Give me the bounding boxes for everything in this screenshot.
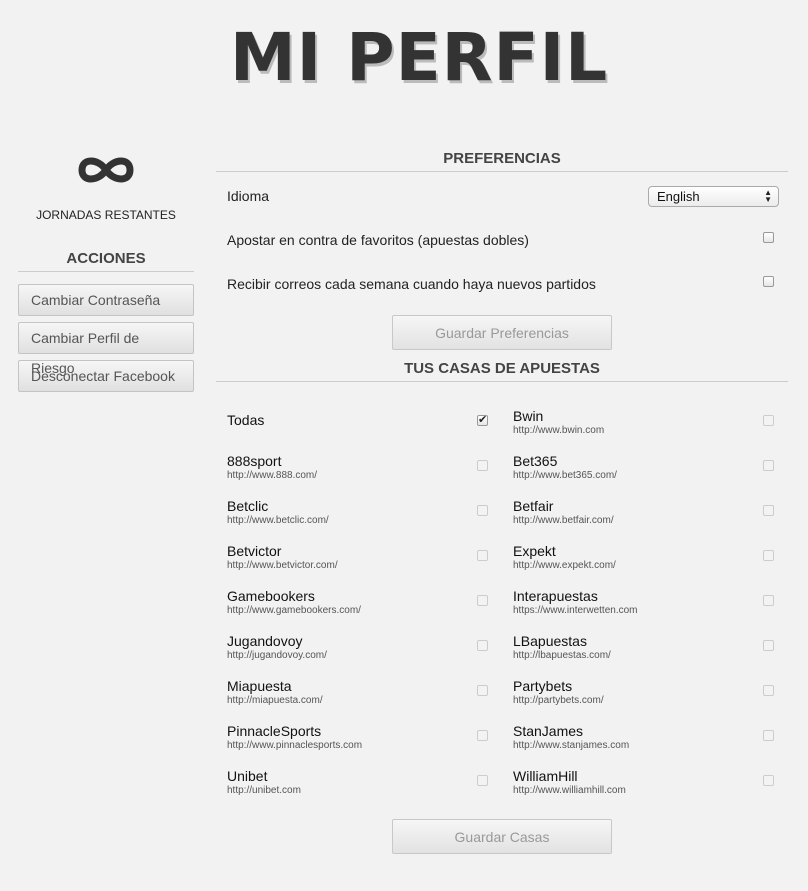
casa-item: PinnacleSports http://www.pinnaclesports.… xyxy=(216,723,502,768)
casa-url: http://www.bwin.com xyxy=(513,425,605,436)
casa-item: Betfair http://www.betfair.com/ xyxy=(502,498,788,543)
casa-checkbox[interactable] xyxy=(763,775,774,786)
casa-item: Miapuesta http://miapuesta.com/ xyxy=(216,678,502,723)
language-row: Idioma English ▲ ▼ xyxy=(216,174,788,218)
casa-item: Bet365 http://www.bet365.com/ xyxy=(502,453,788,498)
casa-url: http://unibet.com xyxy=(227,785,301,796)
casa-url: http://www.betclic.com/ xyxy=(227,515,329,526)
casa-url: http://miapuesta.com/ xyxy=(227,695,323,706)
casas-title: TUS CASAS DE APUESTAS xyxy=(216,360,788,382)
change-password-button[interactable]: Cambiar Contraseña xyxy=(18,284,194,316)
casa-item: Jugandovoy http://jugandovoy.com/ xyxy=(216,633,502,678)
casa-item: Betvictor http://www.betvictor.com/ xyxy=(216,543,502,588)
casa-checkbox[interactable] xyxy=(477,413,488,426)
casa-checkbox[interactable] xyxy=(477,685,488,696)
casa-name: StanJames xyxy=(513,723,584,739)
casa-item: LBapuestas http://lbapuestas.com/ xyxy=(502,633,788,678)
bet-against-checkbox[interactable] xyxy=(763,232,774,243)
bet-against-label: Apostar en contra de favoritos (apuestas… xyxy=(227,232,529,248)
weekly-email-label: Recibir correos cada semana cuando haya … xyxy=(227,276,596,292)
casa-item: Interapuestas https://www.interwetten.com xyxy=(502,588,788,633)
casa-url: http://www.888.com/ xyxy=(227,470,318,481)
casa-name: Betfair xyxy=(513,498,554,514)
weekly-email-checkbox[interactable] xyxy=(763,276,774,287)
casa-url: http://www.betfair.com/ xyxy=(513,515,614,526)
casa-checkbox[interactable] xyxy=(763,730,774,741)
casa-name: Betvictor xyxy=(227,543,282,559)
casa-url: https://www.interwetten.com xyxy=(513,605,638,616)
casa-url: http://www.williamhill.com xyxy=(513,785,626,796)
casa-name: WilliamHill xyxy=(513,768,578,784)
casa-checkbox[interactable] xyxy=(477,775,488,786)
casa-item: StanJames http://www.stanjames.com xyxy=(502,723,788,768)
weekly-email-row: Recibir correos cada semana cuando haya … xyxy=(216,262,788,306)
casas-grid: TodasBwinhttp://www.bwin.com888sporthttp… xyxy=(216,382,788,832)
casa-name: Unibet xyxy=(227,768,268,784)
casa-name: Gamebookers xyxy=(227,588,315,604)
casa-name: Expekt xyxy=(513,543,556,559)
casa-item: WilliamHill http://www.williamhill.com xyxy=(502,768,788,813)
casa-name: LBapuestas xyxy=(513,633,587,649)
casa-checkbox[interactable] xyxy=(477,595,488,606)
casa-name: Todas xyxy=(227,412,265,428)
jornadas-restantes-label: JORNADAS RESTANTES xyxy=(36,208,176,222)
disconnect-facebook-button[interactable]: Desconectar Facebook xyxy=(18,360,194,392)
sidebar: JORNADAS RESTANTES ACCIONES Cambiar Cont… xyxy=(18,150,194,392)
casa-item: Bwin http://www.bwin.com xyxy=(502,408,788,453)
preferences-title: PREFERENCIAS xyxy=(216,150,788,172)
casa-url: http://www.expekt.com/ xyxy=(513,560,616,571)
casa-url: http://www.gamebookers.com/ xyxy=(227,605,361,616)
casa-name: Interapuestas xyxy=(513,588,598,604)
change-risk-profile-button[interactable]: Cambiar Perfil de Riesgo xyxy=(18,322,194,376)
main-content: PREFERENCIAS Idioma English ▲ ▼ Apostar e… xyxy=(216,150,788,854)
casa-name: Miapuesta xyxy=(227,678,292,694)
infinity-icon xyxy=(18,150,194,200)
casa-checkbox[interactable] xyxy=(763,460,774,471)
casa-checkbox[interactable] xyxy=(763,685,774,696)
language-select-value: English xyxy=(657,189,700,204)
casa-url: http://partybets.com/ xyxy=(513,695,604,706)
bet-against-row: Apostar en contra de favoritos (apuestas… xyxy=(216,218,788,262)
casa-checkbox[interactable] xyxy=(477,505,488,516)
save-preferences-button[interactable]: Guardar Preferencias xyxy=(392,315,612,350)
save-preferences-wrap: Guardar Preferencias xyxy=(216,306,788,352)
acciones-title: ACCIONES xyxy=(18,250,194,272)
casa-checkbox[interactable] xyxy=(763,415,774,426)
casa-name: Betclic xyxy=(227,498,269,514)
casa-name: Jugandovoy xyxy=(227,633,303,649)
casa-url: http://www.betvictor.com/ xyxy=(227,560,338,571)
casa-url: http://lbapuestas.com/ xyxy=(513,650,611,661)
casa-checkbox[interactable] xyxy=(763,640,774,651)
casa-url: http://www.bet365.com/ xyxy=(513,470,617,481)
casa-item: Expekt http://www.expekt.com/ xyxy=(502,543,788,588)
casa-url: http://jugandovoy.com/ xyxy=(227,650,327,661)
casa-name: Bet365 xyxy=(513,453,558,469)
casa-item: Gamebookers http://www.gamebookers.com/ xyxy=(216,588,502,633)
casa-item: 888sport http://www.888.com/ xyxy=(216,453,502,498)
language-label: Idioma xyxy=(227,188,270,204)
casa-name: Bwin xyxy=(513,408,544,424)
casa-name: Partybets xyxy=(513,678,573,694)
page-title: MI PERFIL xyxy=(230,19,609,96)
casa-name: PinnacleSports xyxy=(227,723,322,739)
casa-name: 888sport xyxy=(227,453,282,469)
casa-checkbox[interactable] xyxy=(763,595,774,606)
casa-checkbox[interactable] xyxy=(477,460,488,471)
casa-url: http://www.stanjames.com xyxy=(513,740,630,751)
casa-url: http://www.pinnaclesports.com xyxy=(227,740,363,751)
casa-checkbox[interactable] xyxy=(477,640,488,651)
casa-item: Unibet http://unibet.com xyxy=(216,768,502,813)
casa-item: Todas xyxy=(216,408,502,453)
casa-checkbox[interactable] xyxy=(477,550,488,561)
casa-checkbox[interactable] xyxy=(763,550,774,561)
casa-item: Betclic http://www.betclic.com/ xyxy=(216,498,502,543)
casa-item: Partybets http://partybets.com/ xyxy=(502,678,788,723)
language-select[interactable]: English ▲ ▼ xyxy=(648,186,779,207)
casa-checkbox[interactable] xyxy=(763,505,774,516)
casa-checkbox[interactable] xyxy=(477,730,488,741)
select-arrows-icon: ▲ ▼ xyxy=(764,188,772,204)
